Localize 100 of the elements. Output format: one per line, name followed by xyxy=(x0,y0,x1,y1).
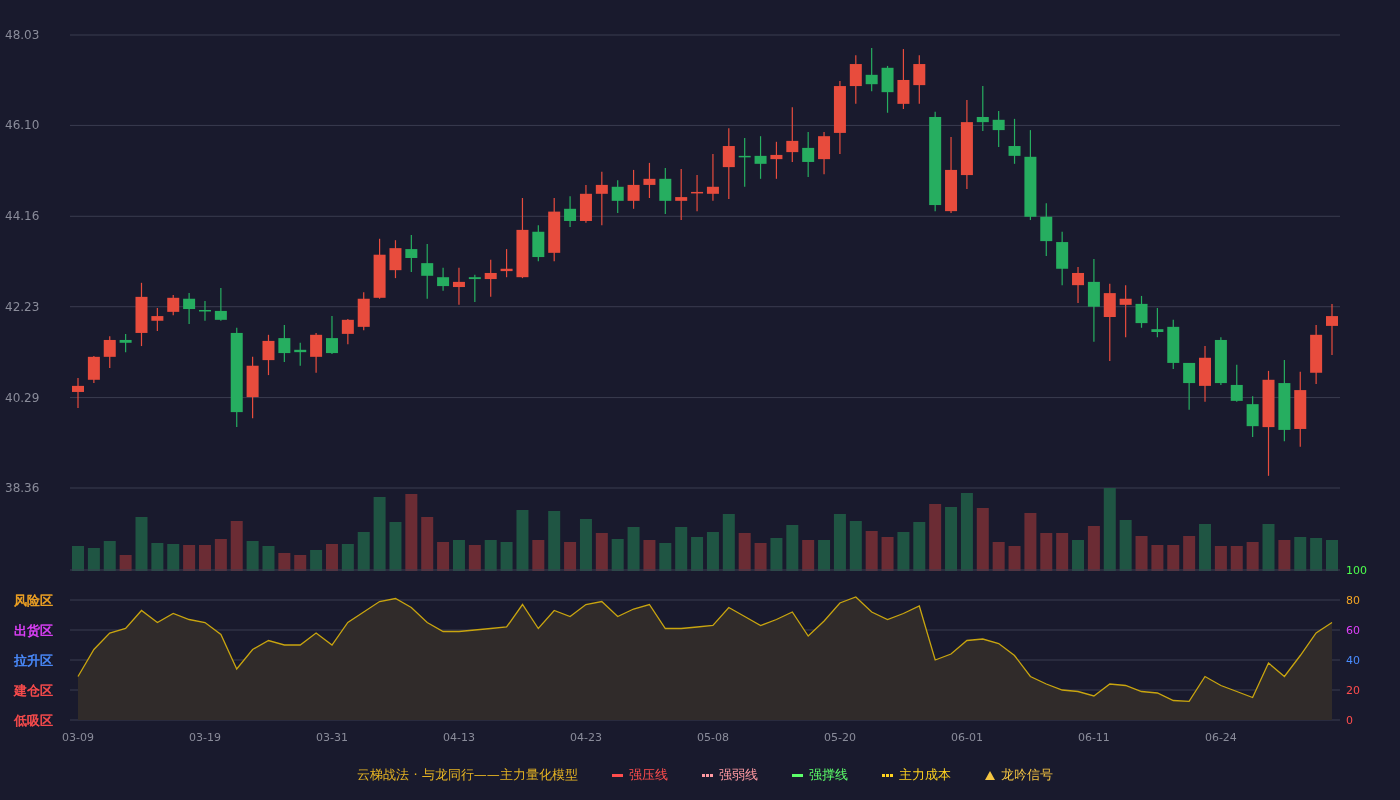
candlestick xyxy=(262,334,275,376)
candlestick xyxy=(579,184,592,224)
volume-bar xyxy=(151,543,164,571)
volume-bar xyxy=(500,542,513,571)
volume-bar xyxy=(1167,545,1180,571)
volume-bar xyxy=(246,541,259,571)
volume-bar xyxy=(1278,540,1291,571)
candlestick xyxy=(1040,202,1053,257)
candlestick xyxy=(1167,319,1180,370)
axis-label: 03-19 xyxy=(189,731,221,744)
volume-bar xyxy=(849,521,862,571)
candlestick xyxy=(468,274,481,303)
legend-label: 龙吟信号 xyxy=(1000,766,1053,784)
volume-bar xyxy=(1326,540,1338,571)
candlestick xyxy=(611,179,624,214)
candlestick xyxy=(214,287,227,322)
volume-bar xyxy=(659,543,672,571)
candlestick xyxy=(849,54,862,105)
volume-bar xyxy=(310,550,323,571)
candlestick xyxy=(183,292,196,325)
candlestick xyxy=(500,248,513,278)
candlestick xyxy=(278,324,291,363)
axis-label: 03-31 xyxy=(316,731,348,744)
volume-bar xyxy=(579,519,592,571)
candlestick xyxy=(659,167,672,215)
candlestick xyxy=(1183,362,1196,411)
volume-bar xyxy=(1310,538,1323,571)
candlestick xyxy=(802,131,815,178)
volume-bar xyxy=(627,527,640,571)
candlestick xyxy=(706,153,719,202)
volume-bar xyxy=(1183,536,1196,571)
candlestick xyxy=(119,333,132,353)
candlestick xyxy=(357,291,370,331)
volume-bar xyxy=(326,544,338,571)
candlestick xyxy=(1326,303,1338,356)
candlestick xyxy=(1246,395,1259,438)
zone-label: 出货区 xyxy=(14,623,53,638)
legend-label: 强撑线 xyxy=(808,766,848,784)
axis-label: 48.03 xyxy=(5,28,40,42)
candlestick xyxy=(310,332,323,374)
candlestick xyxy=(199,300,211,322)
volume-bar xyxy=(1294,537,1307,571)
candlestick xyxy=(643,162,656,199)
volume-bar xyxy=(1087,526,1100,571)
axis-label: 42.23 xyxy=(5,299,40,314)
volume-bar xyxy=(167,544,180,571)
candlestick xyxy=(437,267,450,292)
volume-bar xyxy=(881,537,894,571)
volume-bar xyxy=(262,546,275,571)
volume-bar xyxy=(564,542,577,571)
volume-bar xyxy=(1119,520,1132,571)
zone-label: 风险区 xyxy=(14,593,53,608)
axis-label: 05-20 xyxy=(823,731,856,744)
candlestick xyxy=(135,282,148,347)
volume-bar xyxy=(738,533,751,571)
candlestick xyxy=(1230,364,1243,403)
candlestick xyxy=(1056,231,1069,286)
volume-bar xyxy=(516,510,529,571)
candlestick xyxy=(1151,307,1164,338)
volume-bar xyxy=(945,507,958,571)
candlestick xyxy=(1119,284,1132,338)
candlestick xyxy=(1072,266,1085,304)
axis-label: 06-11 xyxy=(1077,731,1110,744)
candlestick xyxy=(421,243,434,300)
axis-label: 05-08 xyxy=(696,731,729,744)
axis-label: 06-24 xyxy=(1204,731,1237,744)
candlestick xyxy=(627,169,640,210)
candlestick xyxy=(595,171,608,226)
volume-bar xyxy=(897,532,910,571)
axis-label: 46.10 xyxy=(5,118,40,133)
candlestick xyxy=(405,234,418,273)
axis-label: 0 xyxy=(1346,714,1353,727)
candlestick xyxy=(754,135,767,180)
volume-bar xyxy=(1024,513,1037,571)
volume-bar xyxy=(833,514,846,571)
volume-bar xyxy=(913,522,926,571)
volume-bar xyxy=(706,532,719,571)
volume-bar xyxy=(484,540,497,571)
axis-label: 20 xyxy=(1346,684,1360,697)
legend-title: 云梯战法 · 与龙同行——主力量化模型 xyxy=(357,766,578,784)
candlestick xyxy=(373,238,386,300)
candlestick xyxy=(818,131,831,175)
volume-bar xyxy=(1246,542,1259,571)
axis-label: 60 xyxy=(1346,624,1360,637)
candlestick xyxy=(326,315,338,355)
volume-bar xyxy=(1008,546,1021,571)
candlestick xyxy=(1008,118,1021,165)
legend-label: 主力成本 xyxy=(898,766,951,784)
volume-bar xyxy=(992,542,1005,571)
axis-label: 38.36 xyxy=(5,481,40,495)
candlestick xyxy=(532,224,545,262)
candlestick xyxy=(246,356,259,419)
volume-bar xyxy=(87,548,100,571)
candlestick xyxy=(151,307,164,332)
candlestick xyxy=(881,65,894,114)
volume-bar xyxy=(1040,533,1053,571)
candlestick xyxy=(691,174,704,212)
volume-bar xyxy=(548,511,561,571)
volume-bar xyxy=(818,540,831,571)
volume-bar xyxy=(1151,545,1164,571)
